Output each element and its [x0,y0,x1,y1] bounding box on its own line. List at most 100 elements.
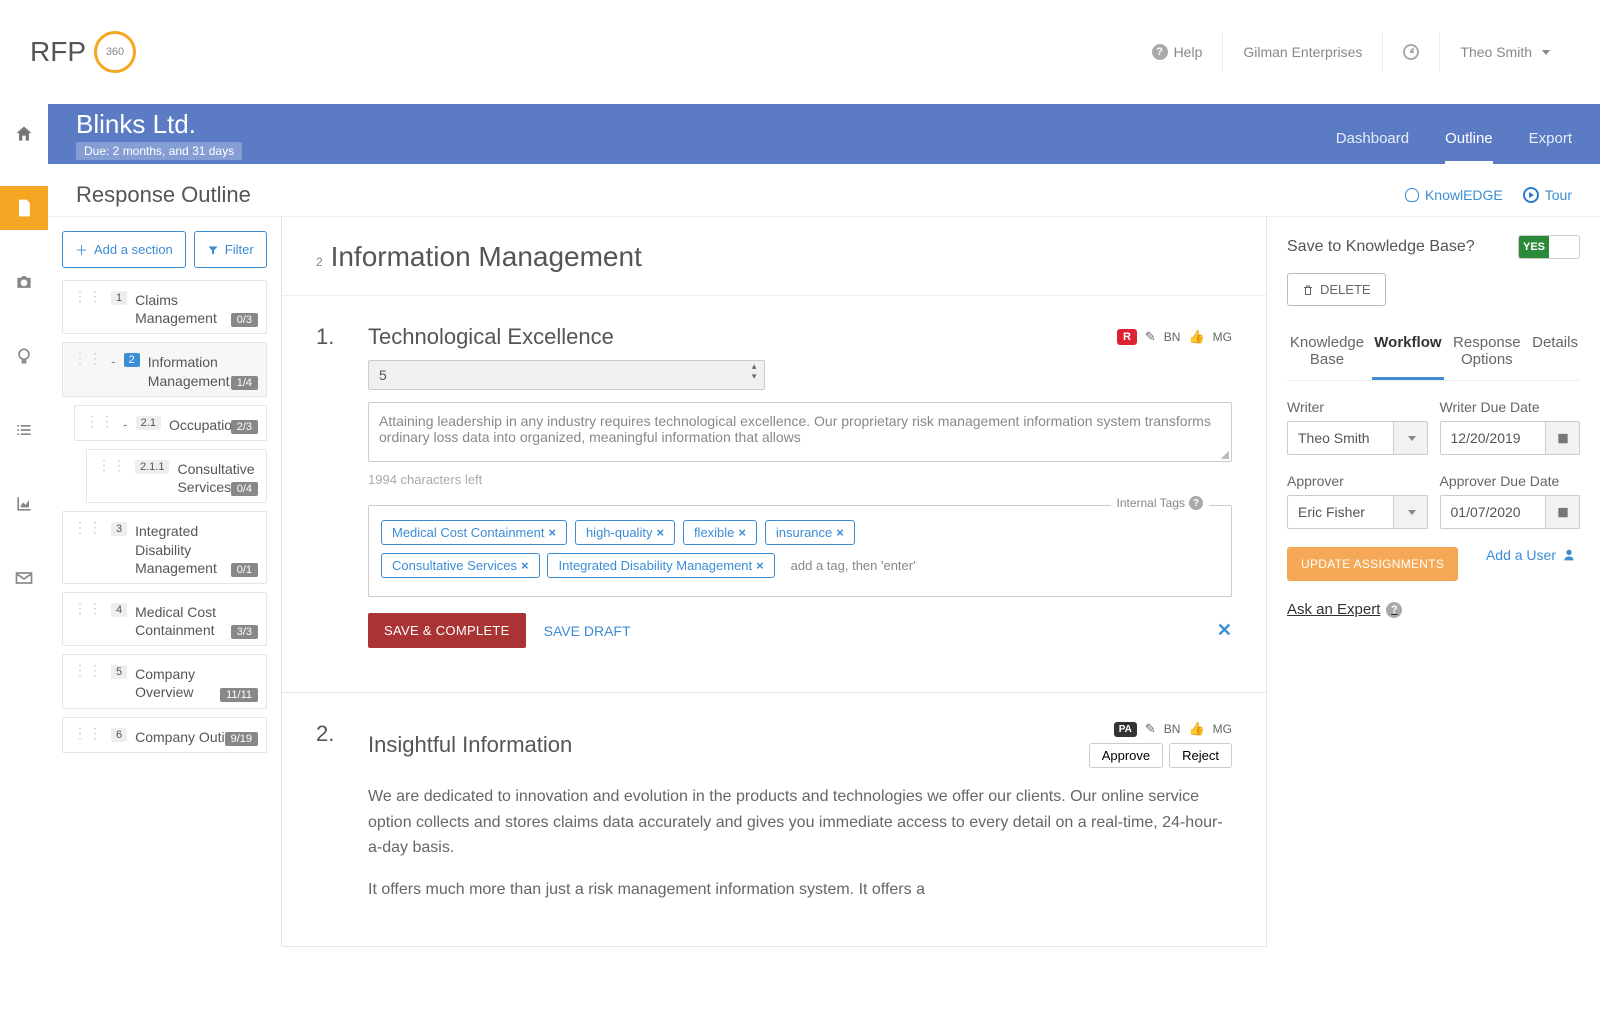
tag-remove-icon[interactable]: × [756,558,764,573]
top-bar: RFP 360 ? Help Gilman Enterprises Theo S… [0,0,1600,104]
add-section-button[interactable]: ＋ Add a section [62,231,186,268]
drag-icon[interactable]: ⋮⋮ [73,665,103,675]
logo[interactable]: RFP 360 [30,31,136,73]
close-icon[interactable]: ✕ [1217,620,1232,641]
add-user-label: Add a User [1486,547,1556,563]
outline-num: 5 [111,665,127,679]
nav-outline[interactable]: Outline [1445,130,1493,164]
user-menu[interactable]: Theo Smith [1439,32,1570,72]
outline-count: 9/19 [225,732,258,746]
rating-select[interactable]: 5 [368,360,765,390]
writer-due-label: Writer Due Date [1440,399,1581,415]
drag-icon[interactable]: ⋮⋮ [73,291,103,301]
rail-mail[interactable] [0,556,48,600]
outline-item[interactable]: ⋮⋮ - 2.1 Occupation 2/3 [74,405,267,441]
knowledge-link[interactable]: KnowlEDGE [1405,187,1503,203]
org-link[interactable]: Gilman Enterprises [1222,32,1382,72]
tag-remove-icon[interactable]: × [548,525,556,540]
reject-button[interactable]: Reject [1169,743,1232,768]
writer-due-input[interactable]: 12/20/2019 [1440,421,1547,455]
tag[interactable]: Integrated Disability Management× [547,553,774,578]
outline-count: 1/4 [231,376,258,390]
rail-camera[interactable] [0,260,48,304]
tag-remove-icon[interactable]: × [738,525,746,540]
save-complete-button[interactable]: SAVE & COMPLETE [368,613,526,648]
org-label: Gilman Enterprises [1243,44,1362,60]
rail-document[interactable] [0,186,48,230]
rating-value: 5 [379,367,387,383]
tag[interactable]: high-quality× [575,520,675,545]
help-icon[interactable]: ? [1189,496,1203,510]
outline-item[interactable]: ⋮⋮ 2.1.1 Consultative Services 0/4 [86,449,267,503]
nav-dashboard[interactable]: Dashboard [1336,130,1409,164]
rail-idea[interactable] [0,334,48,378]
tab-knowledge-base[interactable]: Knowledge Base [1287,328,1367,380]
writer-due-calendar-button[interactable] [1546,421,1580,455]
nav-export[interactable]: Export [1529,130,1572,164]
caret-down-icon [1408,436,1416,441]
tags-box: Internal Tags ? Medical Cost Containment… [368,505,1232,597]
approver-dropdown-button[interactable] [1394,495,1428,529]
tour-label: Tour [1545,187,1572,203]
trash-icon [1302,283,1314,297]
approver-due-calendar-button[interactable] [1546,495,1580,529]
tag-input-hint[interactable]: add a tag, then 'enter' [791,558,916,573]
tag-remove-icon[interactable]: × [836,525,844,540]
tour-link[interactable]: Tour [1523,187,1572,203]
outline-count: 0/1 [231,563,258,577]
delete-button[interactable]: DELETE [1287,273,1386,306]
thumb-icon: 👍 [1188,329,1204,345]
update-assignments-button[interactable]: UPDATE ASSIGNMENTS [1287,547,1458,581]
user-label: Theo Smith [1460,44,1532,60]
tag-remove-icon[interactable]: × [521,558,529,573]
tab-workflow[interactable]: Workflow [1372,328,1443,380]
outline-num: 1 [111,291,127,305]
company-bar: Blinks Ltd. Due: 2 months, and 31 days D… [48,104,1600,164]
help-link[interactable]: ? Help [1132,32,1223,72]
tag[interactable]: flexible× [683,520,757,545]
filter-button[interactable]: Filter [194,231,267,268]
drag-icon[interactable]: ⋮⋮ [73,603,103,613]
drag-icon[interactable]: ⋮⋮ [73,728,103,738]
outline-num: 4 [111,603,127,617]
outline-item[interactable]: ⋮⋮ 3 Integrated Disability Management 0/… [62,511,267,584]
tag[interactable]: Consultative Services× [381,553,540,578]
rail-list[interactable] [0,408,48,452]
add-user-link[interactable]: Add a User [1486,547,1580,563]
outline-item[interactable]: ⋮⋮ 5 Company Overview 11/11 [62,654,267,708]
question-title: Insightful Information [368,732,572,758]
tab-response-options[interactable]: Response Options [1449,328,1525,380]
outline-item[interactable]: ⋮⋮ 4 Medical Cost Containment 3/3 [62,592,267,646]
writer-select[interactable]: Theo Smith [1287,421,1394,455]
approver-due-input[interactable]: 01/07/2020 [1440,495,1547,529]
outline-item[interactable]: ⋮⋮ 1 Claims Management 0/3 [62,280,267,334]
outline-count: 0/4 [231,482,258,496]
history-link[interactable] [1382,32,1439,72]
approve-button[interactable]: Approve [1089,743,1163,768]
drag-icon[interactable]: ⋮⋮ [73,522,103,532]
outline-item[interactable]: ⋮⋮ - 2 Information Management 1/4 [62,342,267,396]
tag[interactable]: insurance× [765,520,855,545]
question-num: 1. [316,324,344,350]
rail-chart[interactable] [0,482,48,526]
outline-item[interactable]: ⋮⋮ 6 Company Outing 9/19 [62,717,267,753]
response-textarea[interactable]: Attaining leadership in any industry req… [368,402,1232,462]
rail-home[interactable] [0,112,48,156]
approver-select[interactable]: Eric Fisher [1287,495,1394,529]
writer-dropdown-button[interactable] [1394,421,1428,455]
clock-icon [1403,44,1419,60]
thumb-icon: 👍 [1188,721,1204,737]
save-draft-button[interactable]: SAVE DRAFT [544,623,631,639]
tag[interactable]: Medical Cost Containment× [381,520,567,545]
drag-icon[interactable]: ⋮⋮ [85,416,115,426]
save-kb-toggle[interactable]: YES [1518,235,1580,259]
help-icon: ? [1386,602,1402,618]
tag-remove-icon[interactable]: × [656,525,664,540]
outline-count: 0/3 [231,313,258,327]
ask-expert-link[interactable]: Ask an Expert ? [1287,601,1402,618]
drag-icon[interactable]: ⋮⋮ [97,460,127,470]
user-plus-icon [1562,547,1580,563]
outline-panel: ＋ Add a section Filter ⋮⋮ 1 Claims Manag… [48,217,282,947]
drag-icon[interactable]: ⋮⋮ [73,353,103,363]
tab-details[interactable]: Details [1530,328,1580,380]
